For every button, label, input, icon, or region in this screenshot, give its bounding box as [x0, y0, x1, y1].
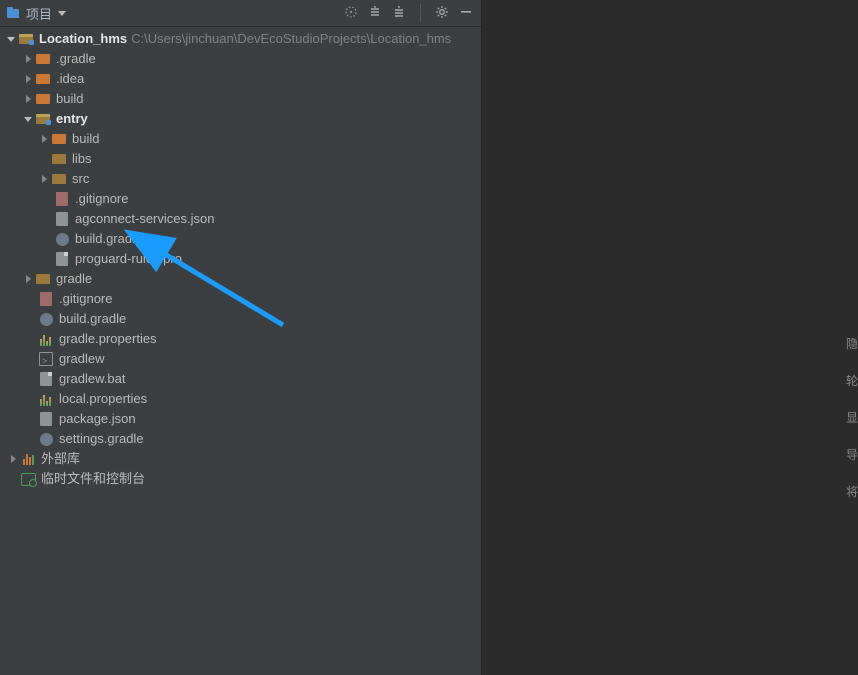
- tree-item-entry-src[interactable]: src: [0, 169, 481, 189]
- chevron-right-icon: [42, 135, 47, 143]
- tree-item-idea[interactable]: .idea: [0, 69, 481, 89]
- tree-item-proguard[interactable]: proguard-rules.pro: [0, 249, 481, 269]
- app-window: 项目: [0, 0, 858, 675]
- tree-item-entry-libs[interactable]: libs: [0, 149, 481, 169]
- properties-file-icon: [38, 391, 54, 407]
- tree-item-local-properties[interactable]: local.properties: [0, 389, 481, 409]
- right-tool-gutter[interactable]: 隐 轮 显 导 将: [846, 326, 858, 511]
- tree-item-gradle-properties[interactable]: gradle.properties: [0, 329, 481, 349]
- chevron-right-icon: [26, 95, 31, 103]
- external-libs-icon: [20, 451, 36, 467]
- project-tree[interactable]: Location_hms C:\Users\jinchuan\DevEcoStu…: [0, 27, 481, 675]
- gutter-item[interactable]: 轮: [846, 363, 858, 400]
- chevron-right-icon: [26, 55, 31, 63]
- project-view-icon: [6, 6, 20, 20]
- chevron-down-icon: [7, 37, 15, 42]
- folder-icon: [35, 51, 51, 67]
- shell-file-icon: [38, 351, 54, 367]
- panel-header: 项目: [0, 0, 481, 27]
- tree-item-gradlew-bat[interactable]: gradlew.bat: [0, 369, 481, 389]
- gutter-item[interactable]: 将: [846, 474, 858, 511]
- file-icon: [38, 371, 54, 387]
- json-file-icon: [54, 211, 70, 227]
- gear-icon[interactable]: [435, 5, 449, 22]
- chevron-down-icon: [24, 117, 32, 122]
- properties-file-icon: [38, 331, 54, 347]
- view-selector[interactable]: 项目: [6, 4, 66, 23]
- gutter-item[interactable]: 导: [846, 437, 858, 474]
- git-file-icon: [54, 191, 70, 207]
- json-file-icon: [38, 411, 54, 427]
- folder-icon: [35, 71, 51, 87]
- tree-item-package-json[interactable]: package.json: [0, 409, 481, 429]
- panel-title: 项目: [26, 4, 52, 23]
- chevron-right-icon: [26, 75, 31, 83]
- collapse-all-icon[interactable]: [392, 5, 406, 22]
- scratch-icon: [20, 471, 36, 487]
- tree-item-build-gradle[interactable]: build.gradle: [0, 309, 481, 329]
- folder-icon: [51, 171, 67, 187]
- tree-item-settings-gradle[interactable]: settings.gradle: [0, 429, 481, 449]
- folder-icon: [35, 91, 51, 107]
- locate-file-icon[interactable]: [344, 5, 358, 22]
- minimize-icon[interactable]: [459, 5, 473, 22]
- tree-item-entry[interactable]: entry: [0, 109, 481, 129]
- tree-item-gradle-dir2[interactable]: gradle: [0, 269, 481, 289]
- chevron-right-icon: [42, 175, 47, 183]
- tree-item-gitignore[interactable]: .gitignore: [0, 289, 481, 309]
- gradle-file-icon: [38, 311, 54, 327]
- expand-all-icon[interactable]: [368, 5, 382, 22]
- chevron-right-icon: [11, 455, 16, 463]
- git-file-icon: [38, 291, 54, 307]
- dropdown-arrow-icon: [58, 11, 66, 16]
- module-folder-icon: [18, 31, 34, 47]
- project-panel: 项目: [0, 0, 482, 675]
- tree-root[interactable]: Location_hms C:\Users\jinchuan\DevEcoStu…: [0, 29, 481, 49]
- tree-item-entry-gitignore[interactable]: .gitignore: [0, 189, 481, 209]
- tree-item-gradlew[interactable]: gradlew: [0, 349, 481, 369]
- tree-item-external-libs[interactable]: 外部库: [0, 449, 481, 469]
- gradle-file-icon: [54, 231, 70, 247]
- panel-toolbar: [344, 4, 475, 22]
- tree-item-agconnect[interactable]: agconnect-services.json: [0, 209, 481, 229]
- toolbar-separator: [420, 4, 421, 22]
- chevron-right-icon: [26, 275, 31, 283]
- tree-item-entry-build-gradle[interactable]: build.gradle: [0, 229, 481, 249]
- gradle-file-icon: [38, 431, 54, 447]
- module-folder-icon: [35, 111, 51, 127]
- root-name: Location_hms: [39, 29, 127, 49]
- folder-icon: [51, 151, 67, 167]
- root-path: C:\Users\jinchuan\DevEcoStudioProjects\L…: [131, 29, 451, 49]
- folder-icon: [51, 131, 67, 147]
- editor-area: 隐 轮 显 导 将: [482, 0, 858, 675]
- tree-item-entry-build[interactable]: build: [0, 129, 481, 149]
- gutter-item[interactable]: 显: [846, 400, 858, 437]
- tree-item-gradle-dir[interactable]: .gradle: [0, 49, 481, 69]
- file-icon: [54, 251, 70, 267]
- tree-item-build[interactable]: build: [0, 89, 481, 109]
- tree-item-scratches[interactable]: 临时文件和控制台: [0, 469, 481, 489]
- gutter-item[interactable]: 隐: [846, 326, 858, 363]
- folder-icon: [35, 271, 51, 287]
